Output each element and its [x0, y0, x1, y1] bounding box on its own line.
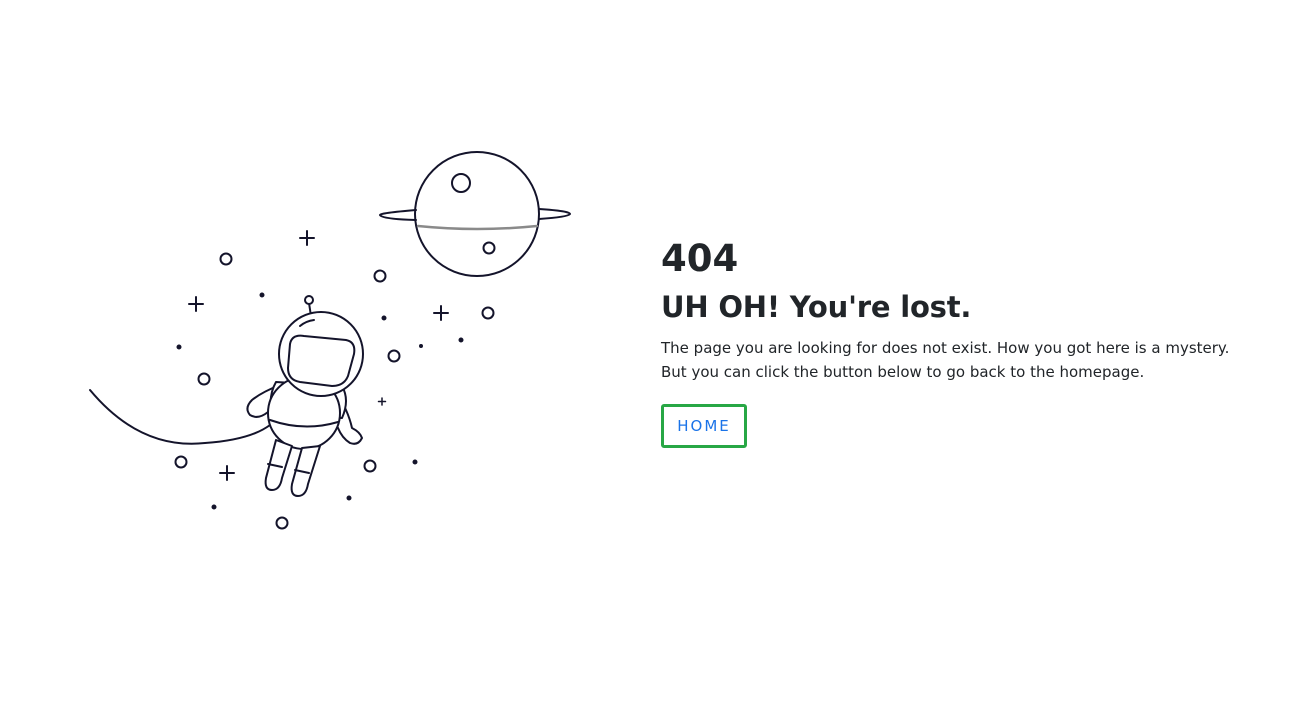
- error-message-line-1: The page you are looking for does not ex…: [661, 339, 1230, 357]
- home-button[interactable]: HOME: [661, 404, 747, 448]
- astronaut-icon: [246, 295, 364, 497]
- error-content: 404 UH OH! You're lost. The page you are…: [661, 236, 1281, 448]
- moon-icon: [89, 389, 271, 445]
- lost-in-space-illustration: [85, 148, 575, 538]
- error-message: The page you are looking for does not ex…: [661, 336, 1281, 384]
- error-code: 404: [661, 237, 739, 280]
- error-message-line-2: But you can click the button below to go…: [661, 363, 1145, 381]
- error-headline: UH OH! You're lost.: [661, 290, 972, 324]
- planet-icon: [379, 151, 571, 277]
